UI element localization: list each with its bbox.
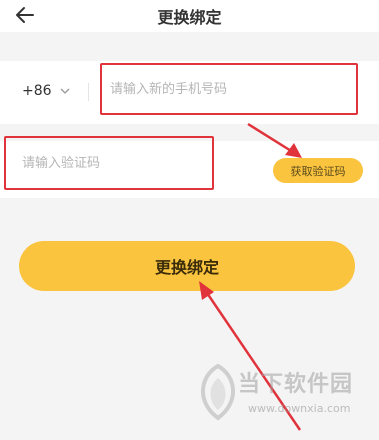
change-binding-button[interactable]: 更换绑定: [19, 241, 355, 291]
divider: [88, 83, 89, 101]
get-code-button[interactable]: 获取验证码: [273, 158, 363, 183]
phone-number-row: +86: [0, 61, 379, 124]
header-bar: 更换绑定: [0, 0, 379, 32]
watermark-url: www.downxia.com: [248, 402, 351, 415]
watermark: 当下软件园 www.downxia.com: [190, 358, 375, 428]
chevron-down-icon[interactable]: [60, 87, 70, 95]
page-title: 更换绑定: [157, 8, 222, 27]
verification-code-row: 获取验证码: [0, 136, 379, 198]
country-code-selector[interactable]: +86: [22, 83, 52, 99]
watermark-text: 当下软件园: [238, 372, 354, 397]
verification-code-input[interactable]: [4, 136, 214, 190]
phone-number-input[interactable]: [100, 63, 358, 115]
